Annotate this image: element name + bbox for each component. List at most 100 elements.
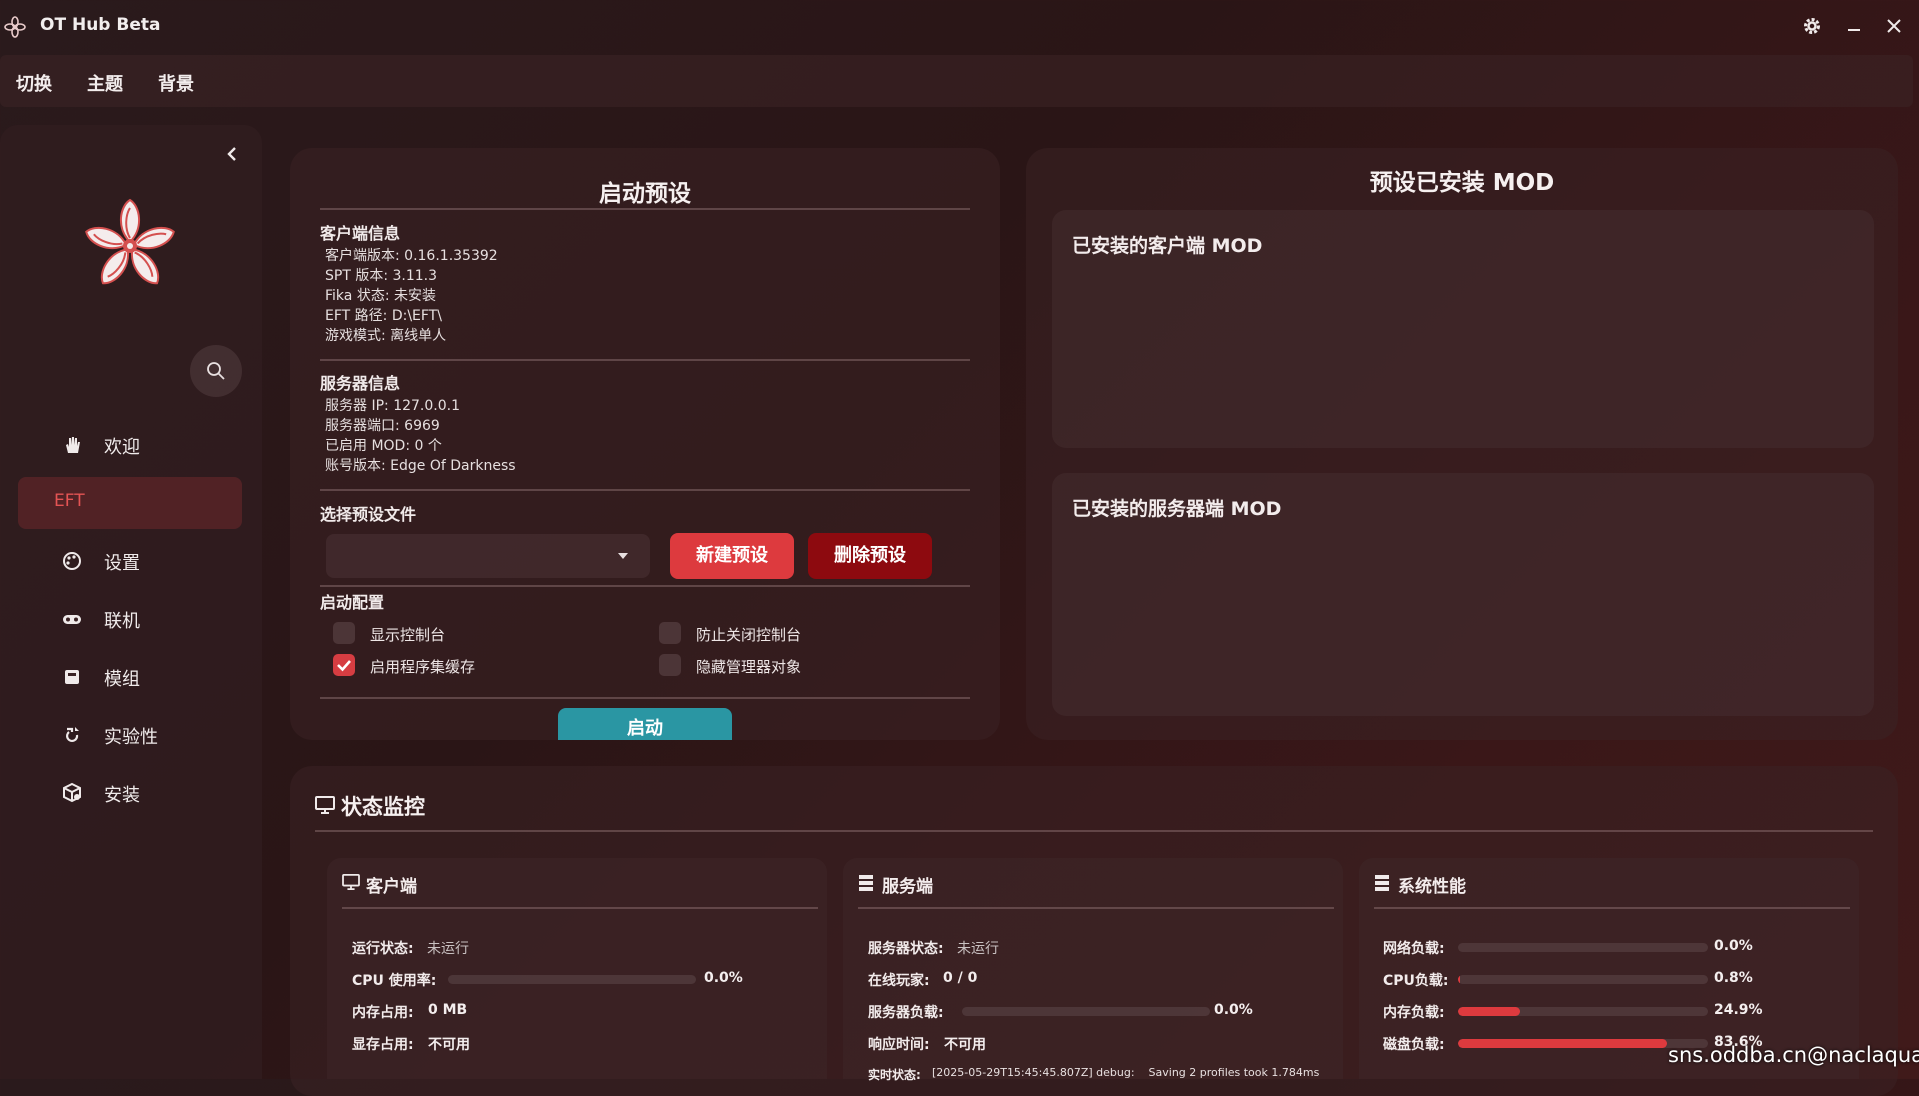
account-edition: 账号版本: Edge Of Darkness (325, 458, 516, 474)
client-cpu-value: 0.0% (704, 970, 743, 986)
network-load-label: 网络负载: (1383, 941, 1445, 957)
flask-icon (66, 727, 79, 743)
assembly-cache-label: 启用程序集缓存 (370, 658, 476, 676)
hide-manager-object-checkbox[interactable] (659, 654, 681, 676)
sidebar-item-eft[interactable]: EFT (18, 477, 242, 529)
online-players-label: 在线玩家: (868, 973, 930, 989)
cpu-load-value: 0.8% (1714, 970, 1753, 986)
system-panel-title: 系统性能 (1398, 877, 1466, 897)
launch-preset-title: 启动预设 (599, 181, 691, 207)
divider (315, 830, 1873, 832)
sidebar-item-label: 联机 (104, 611, 140, 632)
sidebar-item-settings[interactable]: 设置 (18, 535, 242, 587)
client-vram-label: 显存占用: (352, 1037, 414, 1053)
prevent-close-console-checkbox[interactable] (659, 622, 681, 644)
eft-path: EFT 路径: D:\EFT\ (325, 308, 442, 324)
sidebar-item-label: 欢迎 (104, 437, 140, 458)
server-port: 服务器端口: 6969 (325, 418, 440, 434)
divider (320, 489, 970, 491)
delete-preset-button[interactable]: 删除预设 (808, 533, 932, 579)
search-icon (207, 362, 225, 380)
spt-version: SPT 版本: 3.11.3 (325, 268, 438, 284)
assembly-cache-checkbox[interactable] (333, 654, 355, 676)
sidebar-item-multiplayer[interactable]: 联机 (18, 593, 242, 645)
sidebar-item-experimental[interactable]: 实验性 (18, 709, 242, 761)
show-console-checkbox[interactable] (333, 622, 355, 644)
server-load-value: 0.0% (1214, 1002, 1253, 1018)
disk-load-bar-fill (1458, 1039, 1667, 1048)
fika-status: Fika 状态: 未安装 (325, 288, 436, 304)
server-ip: 服务器 IP: 127.0.0.1 (325, 398, 460, 414)
installed-mods-title: 预设已安装 MOD (1369, 170, 1555, 196)
close-icon[interactable] (1880, 12, 1908, 40)
client-info-heading: 客户端信息 (320, 224, 401, 243)
network-load-value: 0.0% (1714, 938, 1753, 954)
launch-button[interactable]: 启动 (558, 708, 732, 740)
client-vram-value: 不可用 (428, 1037, 470, 1053)
server-icon (859, 875, 873, 891)
menu-bar (0, 55, 1913, 107)
sidebar-item-label: 实验性 (104, 727, 158, 748)
gear-icon[interactable] (1798, 12, 1826, 40)
cpu-load-label: CPU负载: (1383, 973, 1449, 989)
memory-load-value: 24.9% (1714, 1002, 1763, 1018)
app-title: OT Hub Beta (40, 15, 161, 35)
divider (320, 208, 970, 210)
server-load-label: 服务器负载: (868, 1005, 944, 1021)
divider (320, 585, 970, 587)
search-button[interactable] (190, 345, 242, 397)
sidebar-item-label: 设置 (104, 553, 140, 574)
server-status-value: 未运行 (957, 941, 999, 957)
title-bar (0, 0, 1919, 52)
sidebar-item-label: EFT (54, 491, 85, 511)
palette-icon (63, 552, 81, 570)
divider (320, 697, 970, 699)
memory-load-bar-fill (1458, 1007, 1521, 1016)
realtime-status-value: [2025-05-29T15:45:45.807Z] debug: Saving… (932, 1066, 1320, 1079)
mod-box-icon (65, 670, 79, 684)
checkmark-icon (337, 660, 351, 672)
menu-background[interactable]: 背景 (158, 70, 194, 96)
hand-icon (66, 437, 80, 453)
divider (342, 907, 818, 909)
cpu-load-bar-fill (1458, 975, 1460, 984)
response-time-label: 响应时间: (868, 1037, 930, 1053)
realtime-status-label: 实时状态: (868, 1068, 921, 1082)
menu-theme[interactable]: 主题 (87, 70, 123, 96)
preset-select[interactable] (326, 534, 650, 578)
sidebar-item-welcome[interactable]: 欢迎 (18, 419, 242, 471)
caret-down-icon (618, 553, 628, 559)
install-icon (63, 782, 81, 803)
new-preset-button[interactable]: 新建预设 (670, 533, 794, 579)
sidebar-item-install[interactable]: 安装 (18, 767, 242, 819)
sidebar-item-mods[interactable]: 模组 (18, 651, 242, 703)
preset-file-heading: 选择预设文件 (320, 505, 417, 524)
game-mode: 游戏模式: 离线单人 (325, 328, 447, 344)
disk-load-label: 磁盘负载: (1383, 1037, 1445, 1053)
sidebar-item-label: 模组 (104, 669, 140, 690)
memory-load-bar (1458, 1007, 1708, 1016)
launch-config-heading: 启动配置 (320, 593, 385, 612)
monitor-icon (315, 796, 335, 814)
minimize-icon[interactable] (1840, 12, 1868, 40)
client-panel-title: 客户端 (366, 877, 417, 897)
menu-switch[interactable]: 切换 (16, 70, 52, 96)
client-version: 客户端版本: 0.16.1.35392 (325, 248, 498, 264)
server-load-bar (962, 1007, 1210, 1016)
chevron-left-icon[interactable] (218, 140, 246, 168)
client-info-list: 客户端版本: 0.16.1.35392 SPT 版本: 3.11.3 Fika … (325, 246, 498, 346)
client-mods-title: 已安装的客户端 MOD (1072, 235, 1263, 257)
app-logo-icon (4, 16, 26, 38)
client-cpu-label: CPU 使用率: (352, 973, 437, 989)
server-mods-title: 已安装的服务器端 MOD (1072, 498, 1282, 520)
client-run-status-label: 运行状态: (352, 941, 414, 957)
prevent-close-console-label: 防止关闭控制台 (696, 626, 802, 644)
server-info-list: 服务器 IP: 127.0.0.1 服务器端口: 6969 已启用 MOD: 0… (325, 396, 516, 476)
divider (858, 907, 1334, 909)
server-panel-title: 服务端 (882, 877, 933, 897)
server-status-label: 服务器状态: (868, 941, 944, 957)
sidebar-item-label: 安装 (104, 785, 140, 806)
client-run-status-value: 未运行 (427, 941, 469, 957)
show-console-label: 显示控制台 (370, 626, 446, 644)
divider (1374, 907, 1850, 909)
